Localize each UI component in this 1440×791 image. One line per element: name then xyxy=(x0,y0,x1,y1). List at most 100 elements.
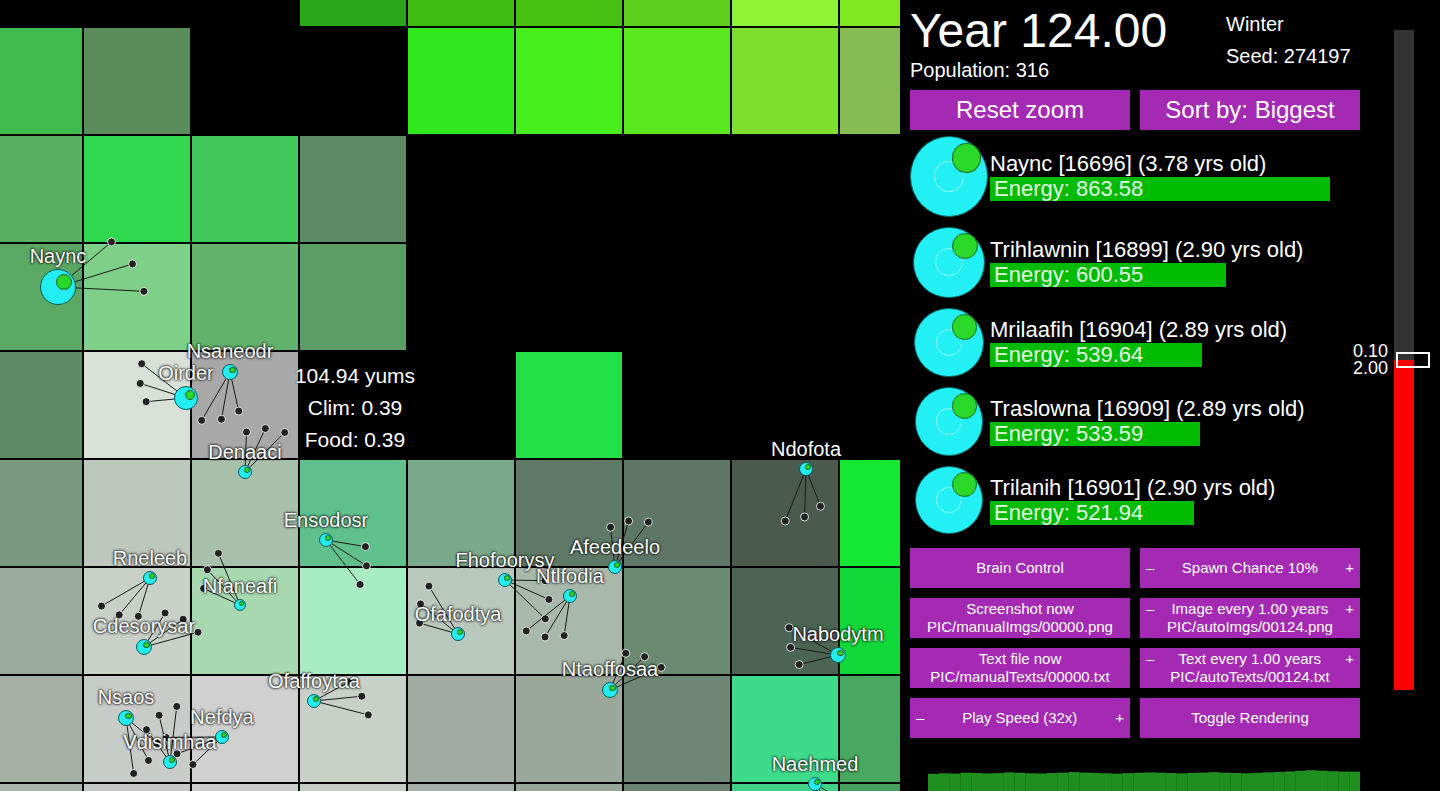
tile[interactable] xyxy=(84,136,190,242)
leaderboard-row[interactable]: Trilanih [16901] (2.90 yrs old)Energy: 5… xyxy=(910,466,1360,534)
tile[interactable] xyxy=(732,460,838,566)
tile[interactable] xyxy=(624,676,730,782)
creature-body[interactable] xyxy=(222,364,238,380)
plus-button[interactable]: + xyxy=(1345,600,1354,618)
tile[interactable] xyxy=(84,0,190,26)
tile[interactable] xyxy=(408,352,514,458)
tile[interactable] xyxy=(732,784,838,791)
tile[interactable] xyxy=(624,352,730,458)
tile[interactable] xyxy=(516,0,622,26)
tile[interactable] xyxy=(0,568,82,674)
leaderboard-row[interactable]: Mrilaafih [16904] (2.89 yrs old)Energy: … xyxy=(910,308,1360,377)
creature-body[interactable] xyxy=(40,269,76,305)
speed-slider[interactable]: 0.102.00 xyxy=(1394,30,1414,690)
minus-button[interactable]: – xyxy=(916,709,924,727)
tile[interactable] xyxy=(624,28,730,134)
tile[interactable] xyxy=(0,676,82,782)
stepper-control[interactable]: –Spawn Chance 10%+ xyxy=(1140,548,1360,588)
control-button[interactable]: Screenshot nowPIC/manualImgs/00000.png xyxy=(910,598,1130,638)
creature-body[interactable] xyxy=(563,589,577,603)
tile[interactable] xyxy=(300,0,406,26)
tile[interactable] xyxy=(300,28,406,134)
leaderboard-row[interactable]: Trihlawnin [16899] (2.90 yrs old)Energy:… xyxy=(910,227,1360,298)
tile[interactable] xyxy=(0,136,82,242)
plus-button[interactable]: + xyxy=(1115,709,1124,727)
minus-button[interactable]: – xyxy=(1146,600,1154,618)
creature-body[interactable] xyxy=(174,386,198,410)
world-canvas[interactable]: NayncNsaneodrOirderDenaaciEnsodosrRnelee… xyxy=(0,0,900,791)
tile[interactable] xyxy=(84,244,190,350)
tile[interactable] xyxy=(408,28,514,134)
tile[interactable] xyxy=(840,244,900,350)
tile[interactable] xyxy=(516,244,622,350)
tile[interactable] xyxy=(192,244,298,350)
slider-thumb[interactable] xyxy=(1396,352,1430,368)
tile[interactable] xyxy=(192,784,298,791)
creature-body[interactable] xyxy=(136,639,152,655)
tile[interactable] xyxy=(408,784,514,791)
tile[interactable] xyxy=(840,568,900,674)
creature-body[interactable] xyxy=(234,599,246,611)
tile[interactable] xyxy=(300,568,406,674)
creature-body[interactable] xyxy=(830,647,846,663)
tile[interactable] xyxy=(624,136,730,242)
creature-body[interactable] xyxy=(215,730,229,744)
creature-body[interactable] xyxy=(451,627,465,641)
tile[interactable] xyxy=(840,0,900,26)
tile[interactable] xyxy=(840,136,900,242)
tile[interactable] xyxy=(840,352,900,458)
tile[interactable] xyxy=(408,0,514,26)
stepper-control[interactable]: –Text every 1.00 years+PIC/autoTexts/001… xyxy=(1140,648,1360,688)
tile[interactable] xyxy=(300,244,406,350)
creature-body[interactable] xyxy=(602,682,618,698)
tile[interactable] xyxy=(732,0,838,26)
tile[interactable] xyxy=(0,460,82,566)
plus-button[interactable]: + xyxy=(1345,559,1354,577)
tile[interactable] xyxy=(732,244,838,350)
stepper-control[interactable]: –Play Speed (32x)+ xyxy=(910,698,1130,738)
creature-body[interactable] xyxy=(608,560,622,574)
minus-button[interactable]: – xyxy=(1146,559,1154,577)
plus-button[interactable]: + xyxy=(1345,650,1354,668)
creature-body[interactable] xyxy=(143,571,157,585)
stepper-control[interactable]: –Image every 1.00 years+PIC/autoImgs/001… xyxy=(1140,598,1360,638)
control-button[interactable]: Brain Control xyxy=(910,548,1130,588)
creature-body[interactable] xyxy=(163,755,177,769)
tile[interactable] xyxy=(408,676,514,782)
tile[interactable] xyxy=(0,784,82,791)
creature-body[interactable] xyxy=(498,573,512,587)
tile[interactable] xyxy=(84,28,190,134)
tile[interactable] xyxy=(300,784,406,791)
creature-body[interactable] xyxy=(799,462,813,476)
tile[interactable] xyxy=(192,28,298,134)
creature-body[interactable] xyxy=(808,777,822,791)
leaderboard-row[interactable]: Traslowna [16909] (2.89 yrs old)Energy: … xyxy=(910,387,1360,456)
leaderboard-row[interactable]: Naync [16696] (3.78 yrs old)Energy: 863.… xyxy=(910,136,1360,217)
tile[interactable] xyxy=(732,28,838,134)
tile[interactable] xyxy=(516,136,622,242)
creature-body[interactable] xyxy=(238,465,252,479)
top-button[interactable]: Sort by: Biggest xyxy=(1140,90,1360,130)
tile[interactable] xyxy=(516,784,622,791)
control-button[interactable]: Toggle Rendering xyxy=(1140,698,1360,738)
tile[interactable] xyxy=(840,784,900,791)
creature-body[interactable] xyxy=(307,694,321,708)
control-button[interactable]: Text file nowPIC/manualTexts/00000.txt xyxy=(910,648,1130,688)
creature-body[interactable] xyxy=(319,533,333,547)
tile[interactable] xyxy=(624,244,730,350)
tile[interactable] xyxy=(732,568,838,674)
tile[interactable] xyxy=(0,352,82,458)
tile[interactable] xyxy=(840,28,900,134)
tile[interactable] xyxy=(408,244,514,350)
tile[interactable] xyxy=(516,28,622,134)
tile[interactable] xyxy=(840,460,900,566)
creature-body[interactable] xyxy=(118,710,134,726)
minus-button[interactable]: – xyxy=(1146,650,1154,668)
tile[interactable] xyxy=(732,136,838,242)
tile[interactable] xyxy=(84,784,190,791)
tile[interactable] xyxy=(624,784,730,791)
tile[interactable] xyxy=(300,136,406,242)
tile[interactable] xyxy=(624,0,730,26)
top-button[interactable]: Reset zoom xyxy=(910,90,1130,130)
tile[interactable] xyxy=(0,28,82,134)
